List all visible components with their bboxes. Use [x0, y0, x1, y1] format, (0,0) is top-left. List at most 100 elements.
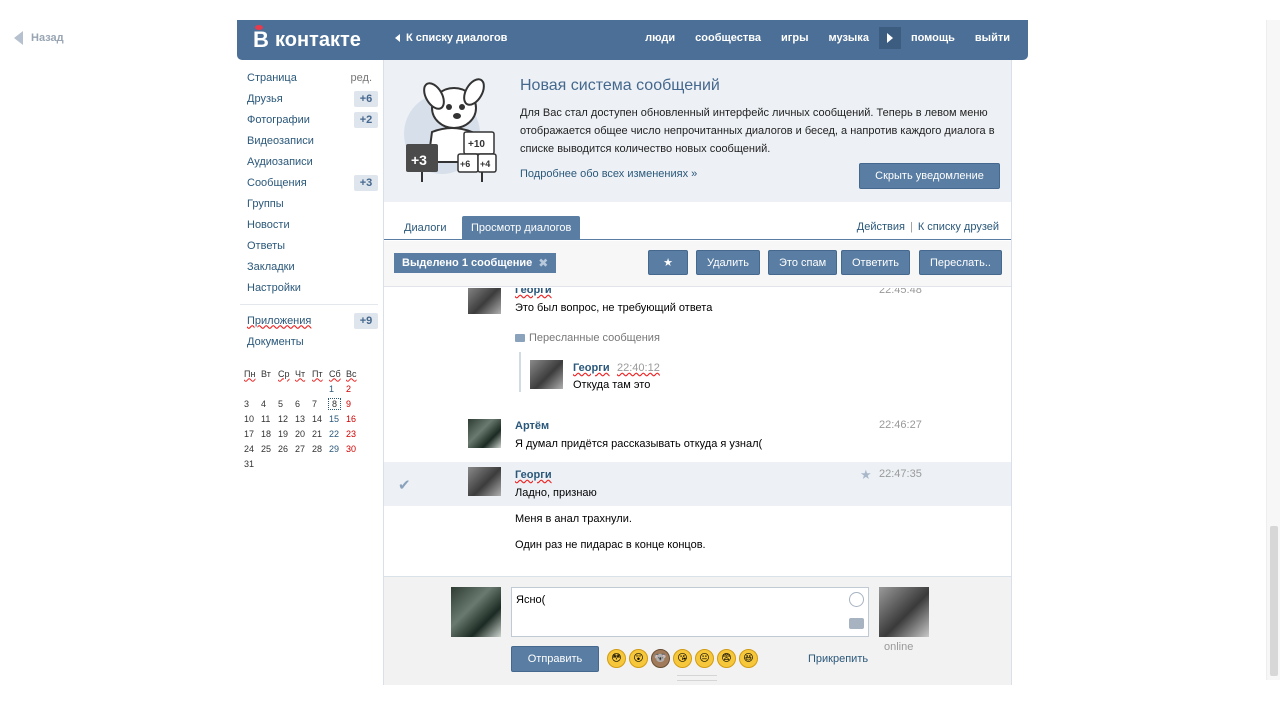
calendar-day[interactable]: 19 — [278, 429, 295, 439]
sidebar-item-apps[interactable]: Приложения +9 — [240, 310, 378, 331]
spam-button[interactable]: Это спам — [768, 250, 838, 275]
avatar[interactable] — [468, 467, 501, 496]
reply-button[interactable]: Ответить — [841, 250, 911, 275]
calendar-day[interactable]: 24 — [244, 444, 261, 454]
notice-more-link[interactable]: Подробнее обо всех изменениях » — [520, 168, 697, 180]
nav-games[interactable]: игры — [781, 32, 808, 44]
friends-list-link[interactable]: К списку друзей — [918, 221, 999, 233]
attach-link[interactable]: Прикрепить — [808, 653, 868, 665]
sidebar-item-bookmarks[interactable]: Закладки — [240, 256, 378, 277]
calendar-day[interactable]: 3 — [244, 399, 261, 409]
calendar-day[interactable]: 20 — [295, 429, 312, 439]
avatar[interactable] — [468, 419, 501, 448]
calendar-day[interactable]: 17 — [244, 429, 261, 439]
nav-help[interactable]: помощь — [911, 32, 955, 44]
emoji-astonished-icon[interactable]: 😲 — [629, 649, 648, 668]
calendar-day[interactable]: 14 — [312, 414, 329, 424]
forwarded-author[interactable]: Георги — [573, 362, 610, 374]
play-button[interactable] — [878, 27, 901, 49]
photos-badge: +2 — [354, 111, 378, 128]
calendar-day[interactable]: 31 — [244, 459, 261, 469]
message-author[interactable]: Георги — [515, 288, 552, 296]
sidebar-item-answers[interactable]: Ответы — [240, 235, 378, 256]
sidebar-item-photos[interactable]: Фотографии +2 — [240, 109, 378, 130]
page-scrollbar[interactable] — [1266, 20, 1280, 680]
send-button[interactable]: Отправить — [511, 646, 599, 672]
calendar-day[interactable]: 13 — [295, 414, 312, 424]
star-button[interactable]: ★ — [648, 250, 688, 275]
sidebar-item-videos[interactable]: Видеозаписи — [240, 130, 378, 151]
weekday: Пн — [244, 368, 256, 379]
nav-people[interactable]: люди — [645, 32, 675, 44]
calendar-day[interactable]: 29 — [329, 444, 346, 454]
check-icon[interactable]: ✔ — [398, 476, 411, 494]
actions-link[interactable]: Действия — [857, 221, 905, 233]
calendar-day[interactable]: 9 — [346, 399, 363, 409]
emoji-fearful-icon[interactable]: 😨 — [717, 649, 736, 668]
sidebar-item-audio[interactable]: Аудиозаписи — [240, 151, 378, 172]
calendar-day[interactable]: 25 — [261, 444, 278, 454]
calendar-day[interactable]: 28 — [312, 444, 329, 454]
calendar-day[interactable]: 11 — [261, 414, 278, 424]
sidebar-item-documents[interactable]: Документы — [240, 331, 378, 352]
my-avatar[interactable] — [451, 587, 501, 637]
tab-dialogs[interactable]: Диалоги — [395, 216, 456, 240]
smile-icon[interactable] — [849, 592, 864, 607]
message-author[interactable]: Георги — [515, 469, 552, 481]
hide-notice-button[interactable]: Скрыть уведомление — [859, 163, 1000, 189]
nav-communities[interactable]: сообщества — [695, 32, 761, 44]
calendar-day[interactable]: 18 — [261, 429, 278, 439]
nav-music[interactable]: музыка — [828, 32, 868, 44]
recipient-avatar[interactable] — [879, 587, 929, 637]
calendar-day[interactable]: 16 — [346, 414, 363, 424]
calendar-day[interactable]: 6 — [295, 399, 312, 409]
avatar[interactable] — [468, 288, 501, 314]
calendar-day[interactable]: 12 — [278, 414, 295, 424]
resize-grip[interactable] — [677, 675, 717, 681]
calendar-day[interactable]: 21 — [312, 429, 329, 439]
sidebar-item-friends[interactable]: Друзья +6 — [240, 88, 378, 109]
tab-view-dialogs[interactable]: Просмотр диалогов — [462, 216, 581, 240]
calendar-day[interactable]: 2 — [346, 384, 363, 394]
emoji-flushed-icon[interactable]: 😳 — [607, 649, 626, 668]
clear-selection-icon[interactable]: ✖ — [538, 256, 548, 270]
sidebar-item-groups[interactable]: Группы — [240, 193, 378, 214]
calendar-day[interactable]: 4 — [261, 399, 278, 409]
scrollbar-thumb[interactable] — [1270, 526, 1278, 676]
delete-button[interactable]: Удалить — [696, 250, 760, 275]
calendar-day[interactable]: 27 — [295, 444, 312, 454]
calendar-day[interactable]: 15 — [329, 414, 346, 424]
emoji-kiss-icon[interactable]: 😘 — [673, 649, 692, 668]
star-icon[interactable]: ★ — [860, 467, 872, 483]
calendar-day[interactable]: 26 — [278, 444, 295, 454]
calendar-day[interactable]: 23 — [346, 429, 363, 439]
nav-logout[interactable]: выйти — [975, 32, 1010, 44]
calendar-day[interactable]: 22 — [329, 429, 346, 439]
sidebar-item-messages[interactable]: Сообщения +3 — [240, 172, 378, 193]
message-text: Меня в анал трахнули. — [515, 513, 632, 525]
avatar[interactable] — [530, 360, 563, 389]
sidebar-item-page[interactable]: Страница ред. — [240, 67, 378, 88]
message-time: 22:46:27 — [879, 419, 922, 431]
weekday: Пт — [312, 368, 323, 379]
calendar-day[interactable]: 5 — [278, 399, 295, 409]
edit-link[interactable]: ред. — [351, 72, 378, 84]
calendar-day[interactable]: 7 — [312, 399, 329, 409]
calendar-day[interactable]: 8 — [328, 397, 341, 410]
forward-button[interactable]: Переслать.. — [919, 250, 1002, 275]
camera-icon[interactable] — [849, 618, 864, 629]
message-input[interactable]: Ясно( — [511, 587, 869, 637]
calendar-day[interactable]: 1 — [329, 384, 346, 394]
back-to-dialogs-link[interactable]: К списку диалогов — [395, 32, 507, 44]
emoji-neutral-icon[interactable]: 😐 — [695, 649, 714, 668]
message-text: Один раз не пидарас в конце концов. — [515, 539, 706, 551]
emoji-laughing-icon[interactable]: 😆 — [739, 649, 758, 668]
calendar-day[interactable]: 10 — [244, 414, 261, 424]
back-link[interactable]: Назад — [14, 31, 64, 45]
emoji-koala-icon[interactable]: 🐨 — [651, 649, 670, 668]
calendar-day[interactable]: 30 — [346, 444, 363, 454]
sidebar-item-settings[interactable]: Настройки — [240, 277, 378, 298]
message-author[interactable]: Артём — [515, 420, 549, 432]
logo[interactable]: В контакте — [251, 25, 361, 53]
sidebar-item-news[interactable]: Новости — [240, 214, 378, 235]
